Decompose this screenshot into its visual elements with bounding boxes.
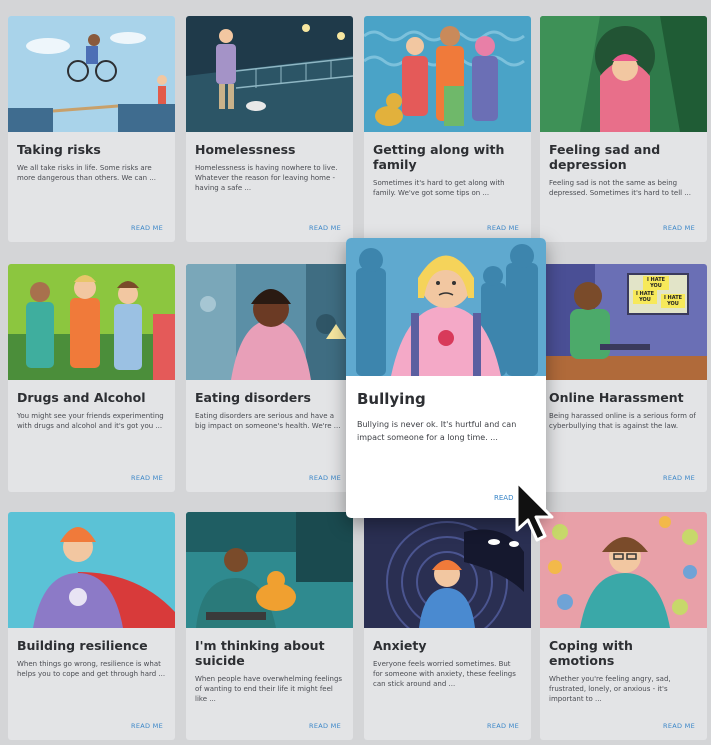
read-more-link[interactable]: READ ME bbox=[663, 474, 695, 482]
card-excerpt: Whether you're feeling angry, sad, frust… bbox=[549, 675, 671, 703]
resilience-illustration bbox=[8, 512, 175, 628]
read-more-link[interactable]: READ ME bbox=[131, 722, 163, 730]
card-excerpt: We all take risks in life. Some risks ar… bbox=[17, 164, 156, 182]
card-excerpt: Homelessness is having nowhere to live. … bbox=[195, 164, 338, 192]
mouse-pointer-icon bbox=[513, 478, 559, 550]
featured-card-excerpt: Bullying is never ok. It's hurtful and c… bbox=[357, 420, 517, 442]
card-excerpt: When people have overwhelming feelings o… bbox=[195, 675, 343, 703]
featured-card-title: Bullying bbox=[357, 390, 426, 408]
family-illustration bbox=[364, 16, 531, 132]
taking-risks-illustration bbox=[8, 16, 175, 132]
topic-card-homelessness[interactable]: Homelessness Homelessness is having nowh… bbox=[186, 16, 353, 242]
featured-read-more-link[interactable]: READ bbox=[494, 494, 513, 502]
coping-emotions-illustration bbox=[540, 512, 707, 628]
card-excerpt: Feeling sad is not the same as being dep… bbox=[549, 179, 691, 197]
eating-disorders-illustration bbox=[186, 264, 353, 380]
topic-grid-page: Taking risks We all take risks in life. … bbox=[0, 0, 711, 745]
screen-sign-3: I HATE YOU bbox=[661, 294, 685, 308]
card-title: Building resilience bbox=[17, 638, 148, 653]
read-more-link[interactable]: READ ME bbox=[487, 224, 519, 232]
topic-card-coping-emotions[interactable]: Coping with emotions Whether you're feel… bbox=[540, 512, 707, 740]
read-more-link[interactable]: READ ME bbox=[131, 474, 163, 482]
screen-sign-2: I HATE YOU bbox=[633, 290, 657, 304]
topic-card-building-resilience[interactable]: Building resilience When things go wrong… bbox=[8, 512, 175, 740]
card-title: Feeling sad and depression bbox=[549, 142, 661, 172]
card-title: Anxiety bbox=[373, 638, 427, 653]
read-more-link[interactable]: READ ME bbox=[309, 224, 341, 232]
topic-card-eating-disorders[interactable]: Eating disorders Eating disorders are se… bbox=[186, 264, 353, 492]
bullying-illustration bbox=[346, 238, 546, 376]
topic-card-bullying-hovered[interactable]: Bullying Bullying is never ok. It's hurt… bbox=[346, 238, 546, 518]
topic-card-taking-risks[interactable]: Taking risks We all take risks in life. … bbox=[8, 16, 175, 242]
card-title: Homelessness bbox=[195, 142, 296, 157]
topic-card-getting-along-family[interactable]: Getting along with family Sometimes it's… bbox=[364, 16, 531, 242]
card-excerpt: Everyone feels worried sometimes. But fo… bbox=[373, 660, 516, 688]
card-excerpt: You might see your friends experimenting… bbox=[17, 412, 164, 430]
card-title: Getting along with family bbox=[373, 142, 505, 172]
topic-card-anxiety[interactable]: Anxiety Everyone feels worried sometimes… bbox=[364, 512, 531, 740]
read-more-link[interactable]: READ ME bbox=[487, 722, 519, 730]
card-title: I'm thinking about suicide bbox=[195, 638, 325, 668]
topic-card-drugs-alcohol[interactable]: Drugs and Alcohol You might see your fri… bbox=[8, 264, 175, 492]
topic-card-suicide[interactable]: I'm thinking about suicide When people h… bbox=[186, 512, 353, 740]
screen-sign-1: I HATE YOU bbox=[643, 276, 669, 290]
card-title: Coping with emotions bbox=[549, 638, 633, 668]
card-title: Taking risks bbox=[17, 142, 101, 157]
read-more-link[interactable]: READ ME bbox=[309, 722, 341, 730]
read-more-link[interactable]: READ ME bbox=[663, 722, 695, 730]
read-more-link[interactable]: READ ME bbox=[131, 224, 163, 232]
card-excerpt: Eating disorders are serious and have a … bbox=[195, 412, 341, 430]
suicide-illustration bbox=[186, 512, 353, 628]
homelessness-illustration bbox=[186, 16, 353, 132]
card-excerpt: Sometimes it's hard to get along with fa… bbox=[373, 179, 505, 197]
drugs-alcohol-illustration bbox=[8, 264, 175, 380]
topic-card-feeling-sad[interactable]: Feeling sad and depression Feeling sad i… bbox=[540, 16, 707, 242]
card-title: Drugs and Alcohol bbox=[17, 390, 146, 405]
read-more-link[interactable]: READ ME bbox=[309, 474, 341, 482]
read-more-link[interactable]: READ ME bbox=[663, 224, 695, 232]
card-excerpt: Being harassed online is a serious form … bbox=[549, 412, 696, 430]
topic-card-online-harassment[interactable]: I HATE YOU I HATE YOU I HATE YOU Online … bbox=[540, 264, 707, 492]
card-title: Online Harassment bbox=[549, 390, 684, 405]
sad-illustration bbox=[540, 16, 707, 132]
online-harassment-illustration: I HATE YOU I HATE YOU I HATE YOU bbox=[540, 264, 707, 380]
card-title: Eating disorders bbox=[195, 390, 311, 405]
card-excerpt: When things go wrong, resilience is what… bbox=[17, 660, 166, 678]
anxiety-illustration bbox=[364, 512, 531, 628]
